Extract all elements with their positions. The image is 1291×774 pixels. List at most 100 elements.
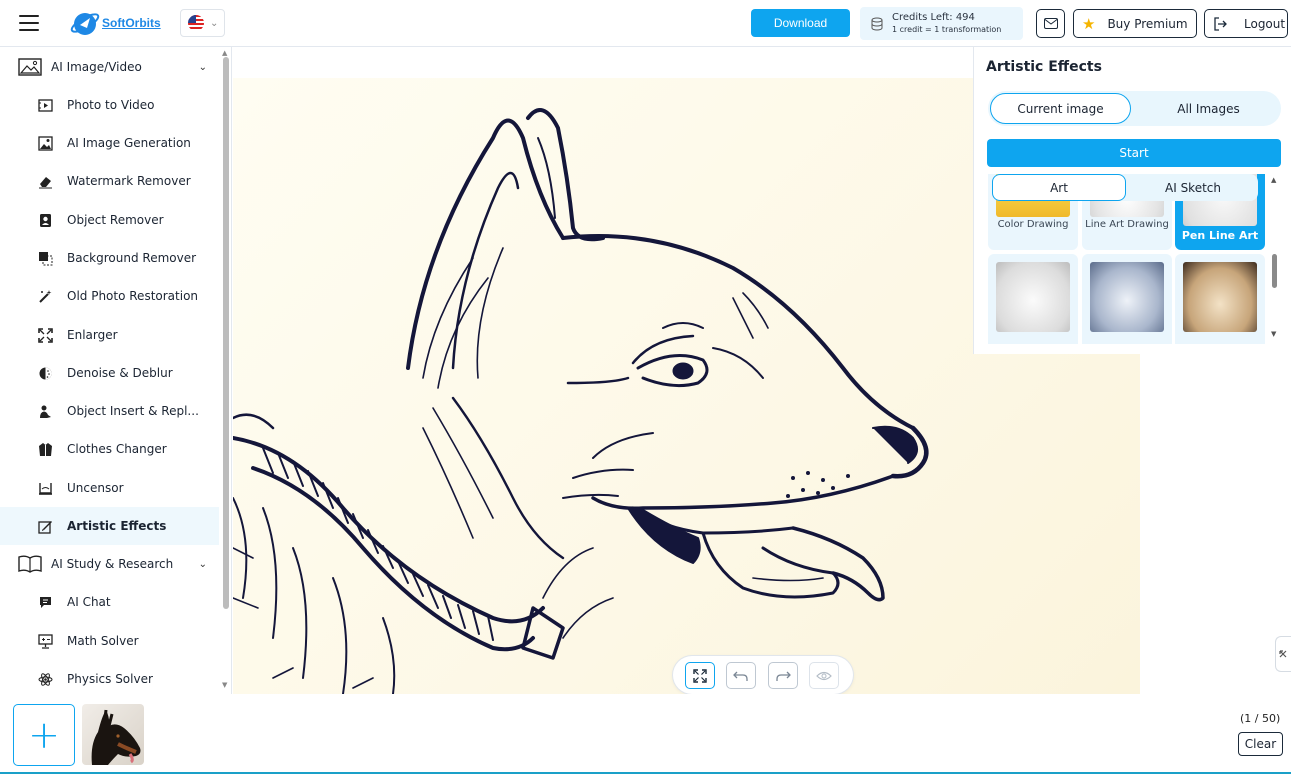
image-thumbnail[interactable] — [82, 704, 144, 765]
sidebar-item-label: Photo to Video — [67, 98, 155, 112]
object-remover-icon — [37, 212, 53, 228]
image-counter: (1 / 50) — [1240, 712, 1281, 725]
top-header: SoftOrbits ⌄ Download Credits Left: 494 … — [0, 0, 1291, 47]
side-drawer-handle[interactable] — [1275, 636, 1291, 672]
brush-icon — [37, 518, 53, 534]
download-button[interactable]: Download — [751, 9, 850, 37]
sidebar-group-label: AI Study & Research — [51, 557, 174, 571]
redo-icon — [776, 671, 791, 681]
style-thumbnail — [1090, 262, 1164, 332]
credits-badge: Credits Left: 494 1 credit = 1 transform… — [860, 7, 1023, 40]
mail-icon — [1043, 18, 1058, 29]
fit-screen-button[interactable] — [685, 662, 715, 689]
sidebar-group-ai-image-video[interactable]: AI Image/Video ⌄ — [0, 48, 219, 86]
style-category-tabs: Art AI Sketch — [992, 174, 1258, 201]
panel-title: Artistic Effects — [986, 59, 1102, 75]
logo-text[interactable]: SoftOrbits — [102, 16, 161, 30]
sidebar-item-clothes-changer[interactable]: Clothes Changer — [0, 430, 219, 468]
sidebar-item-label: Old Photo Restoration — [67, 289, 199, 303]
gallery-scrollbar-thumb[interactable] — [1272, 254, 1277, 288]
sidebar-item-label: Artistic Effects — [67, 519, 167, 533]
sidebar-item-label: Background Remover — [67, 251, 197, 265]
logo[interactable]: SoftOrbits — [70, 8, 161, 38]
sidebar-item-enlarger[interactable]: Enlarger — [0, 316, 219, 354]
style-thumbnail — [996, 262, 1070, 332]
sidebar-item-ai-chat[interactable]: AI Chat — [0, 583, 219, 621]
buy-premium-button[interactable]: ★ Buy Premium — [1073, 9, 1197, 38]
sidebar-item-label: Enlarger — [67, 328, 118, 342]
sidebar-item-object-remover[interactable]: Object Remover — [0, 201, 219, 239]
start-button[interactable]: Start — [987, 139, 1281, 167]
credits-rate-text: 1 credit = 1 transformation — [892, 25, 1002, 34]
sidebar-item-background-remover[interactable]: Background Remover — [0, 239, 219, 277]
sidebar-scrollbar-thumb[interactable] — [223, 57, 229, 609]
tab-ai-sketch[interactable]: AI Sketch — [1126, 174, 1260, 201]
add-image-button[interactable]: + — [13, 704, 75, 766]
sidebar-item-label: Object Insert & Repl... — [67, 404, 199, 418]
star-icon: ★ — [1082, 14, 1096, 33]
undo-button[interactable] — [726, 662, 756, 689]
credits-left-text: Credits Left: 494 — [892, 12, 975, 23]
scope-current-image[interactable]: Current image — [990, 93, 1131, 124]
eraser-icon — [37, 173, 53, 189]
scroll-down-icon[interactable]: ▼ — [222, 681, 227, 689]
scroll-up-icon[interactable]: ▲ — [222, 49, 227, 57]
sidebar-item-watermark-remover[interactable]: Watermark Remover — [0, 162, 219, 200]
gallery-scrollbar[interactable]: ▲ ▼ — [1270, 174, 1280, 344]
image-strip: + (1 / 50) Clear — [0, 694, 1291, 774]
style-card-6[interactable] — [1175, 254, 1265, 344]
canvas-toolbar — [673, 656, 853, 694]
chevron-down-icon: ⌄ — [198, 558, 207, 570]
scroll-up-icon[interactable]: ▲ — [1271, 176, 1276, 184]
sidebar-item-math-solver[interactable]: Math Solver — [0, 622, 219, 660]
sidebar-item-uncensor[interactable]: Uncensor — [0, 469, 219, 507]
scope-toggle: Current image All Images — [988, 91, 1281, 126]
sidebar-item-ai-image-generation[interactable]: AI Image Generation — [0, 124, 219, 162]
sidebar-item-photo-to-video[interactable]: Photo to Video — [0, 86, 219, 124]
sidebar-item-label: Watermark Remover — [67, 174, 191, 188]
compare-view-button[interactable] — [809, 662, 839, 689]
sidebar-group-ai-study-research[interactable]: AI Study & Research ⌄ — [0, 545, 219, 583]
sidebar-item-old-photo-restoration[interactable]: Old Photo Restoration — [0, 277, 219, 315]
expand-icon — [37, 327, 53, 343]
logout-icon — [1214, 16, 1227, 31]
us-flag-icon — [188, 15, 204, 31]
background-remover-icon — [37, 250, 53, 266]
sidebar-scrollbar[interactable]: ▲ ▼ — [220, 47, 230, 689]
artistic-effects-panel: Artistic Effects Current image All Image… — [973, 47, 1291, 354]
image-generation-icon — [37, 135, 53, 151]
sidebar-item-artistic-effects[interactable]: Artistic Effects — [0, 507, 219, 545]
tab-art[interactable]: Art — [992, 174, 1126, 201]
mail-button[interactable] — [1036, 9, 1065, 38]
style-card-5[interactable] — [1082, 254, 1172, 344]
image-icon — [18, 57, 42, 77]
style-card-4[interactable] — [988, 254, 1078, 344]
menu-icon[interactable] — [19, 15, 39, 31]
sidebar-item-denoise-deblur[interactable]: Denoise & Deblur — [0, 354, 219, 392]
scroll-down-icon[interactable]: ▼ — [1271, 330, 1276, 338]
logo-icon — [70, 13, 100, 35]
style-thumbnail — [1183, 262, 1257, 332]
sidebar-item-object-insert[interactable]: Object Insert & Repl... — [0, 392, 219, 430]
chat-icon — [37, 594, 53, 610]
sidebar-item-label: Clothes Changer — [67, 442, 167, 456]
redo-button[interactable] — [768, 662, 798, 689]
magic-wand-icon — [37, 288, 53, 304]
logout-button[interactable]: Logout — [1204, 9, 1288, 38]
sidebar: AI Image/Video ⌄ Photo to Video AI Image… — [0, 47, 232, 694]
database-icon — [871, 17, 883, 30]
undo-icon — [733, 671, 748, 681]
scope-all-images[interactable]: All Images — [1138, 93, 1279, 124]
sidebar-item-label: Denoise & Deblur — [67, 366, 173, 380]
clear-button[interactable]: Clear — [1238, 732, 1283, 756]
video-icon — [37, 97, 53, 113]
atom-icon — [37, 671, 53, 687]
chevron-down-icon: ⌄ — [198, 61, 207, 73]
sidebar-item-label: AI Image Generation — [67, 136, 191, 150]
sidebar-item-label: Physics Solver — [67, 672, 153, 686]
sidebar-item-physics-solver[interactable]: Physics Solver — [0, 660, 219, 694]
logout-label: Logout — [1244, 16, 1286, 31]
buy-premium-label: Buy Premium — [1107, 16, 1188, 31]
sidebar-item-label: Math Solver — [67, 634, 139, 648]
language-selector[interactable]: ⌄ — [180, 9, 225, 37]
